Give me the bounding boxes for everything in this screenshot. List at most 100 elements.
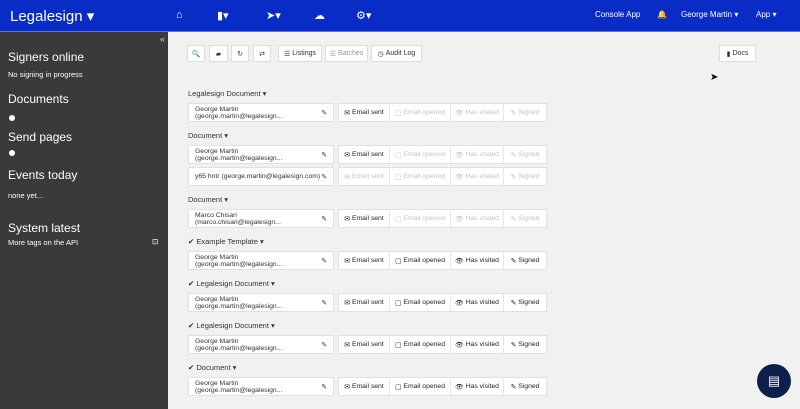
group-title[interactable]: ✔ Example Template ▾	[188, 236, 547, 248]
status-has-visited: 👁 Has visited	[451, 168, 504, 185]
recipient-field[interactable]: Marco Chisari (marco.chisari@legalesign.…	[188, 209, 334, 228]
pencil-icon[interactable]: ✎	[321, 173, 327, 181]
status-email-opened: ▢ Email opened	[390, 294, 451, 311]
file-icon[interactable]: ▮▾	[217, 9, 229, 22]
inbox-icon: ▢	[395, 151, 402, 159]
documents-title: Documents	[8, 92, 69, 106]
status-label: Signed	[518, 151, 540, 158]
chat-icon: ▤	[767, 373, 781, 388]
eye-icon: 👁	[455, 383, 464, 391]
status-label: Has visited	[465, 173, 499, 180]
refresh-button[interactable]: ↻	[231, 45, 249, 62]
audit-log-button[interactable]: ◷ Audit Log	[371, 45, 422, 62]
status-label: Email sent	[351, 257, 384, 264]
pencil-icon[interactable]: ✎	[321, 109, 327, 117]
user-menu[interactable]: George Martin ▾	[681, 10, 738, 19]
envelope-icon: ✉	[344, 215, 350, 223]
status-label: Signed	[518, 173, 540, 180]
status-signed: ✎ Signed	[504, 294, 546, 311]
recipient-field[interactable]: George Martin (george.martin@legalesign.…	[188, 251, 334, 270]
collapse-sidebar-icon[interactable]: «	[160, 34, 165, 44]
inbox-icon: ▢	[395, 383, 402, 391]
batches-button[interactable]: ☰ Batches	[325, 45, 368, 62]
envelope-icon: ✉	[344, 383, 350, 391]
group-title[interactable]: ✔ Legalesign Document ▾	[188, 278, 547, 290]
recipient-row: Marco Chisari (marco.chisari@legalesign.…	[188, 209, 547, 228]
recipient-field[interactable]: George Martin (george.martin@legalesign.…	[188, 293, 334, 312]
chat-button[interactable]: ▤	[757, 364, 791, 398]
document-group: Legalesign Document ▾ George Martin (geor…	[188, 88, 547, 122]
status-label: Signed	[518, 299, 540, 306]
inbox-icon: ▢	[395, 257, 402, 265]
clock-icon: ◷	[377, 50, 384, 58]
status-label: Signed	[518, 383, 540, 390]
recipient-field[interactable]: George Martin (george.martin@legalesign.…	[188, 377, 334, 396]
pencil-icon[interactable]: ✎	[321, 383, 327, 391]
gear-icon[interactable]: ⚙▾	[356, 9, 371, 22]
console-app-link[interactable]: Console App	[595, 10, 640, 19]
bell-icon[interactable]: 🔔	[657, 10, 667, 19]
envelope-icon: ✉	[344, 151, 350, 159]
status-has-visited: 👁 Has visited	[451, 252, 504, 269]
recipient-field[interactable]: George Martin (george.martin@legalesign.…	[188, 335, 334, 354]
pencil-icon[interactable]: ✎	[321, 299, 327, 307]
recipient-field[interactable]: y65 hntr (george.martin@legalesign.com) ✎	[188, 167, 334, 186]
group-title[interactable]: Document ▾	[188, 130, 547, 142]
status-label: Email sent	[351, 341, 384, 348]
batches-label: Batches	[337, 50, 364, 57]
pencil-icon: ✎	[510, 383, 517, 391]
status-label: Has visited	[465, 257, 499, 264]
group-title[interactable]: Legalesign Document ▾	[188, 88, 547, 100]
search-button[interactable]: 🔍	[187, 45, 205, 62]
status-label: Email opened	[403, 257, 445, 264]
status-label: Email sent	[351, 109, 384, 116]
recipient-row: George Martin (george.martin@legalesign.…	[188, 145, 547, 164]
status-group: ✉ Email sent ▢ Email opened 👁 Has visited ✎ Sig…	[338, 335, 547, 354]
eye-icon: 👁	[455, 151, 464, 159]
document-list: Legalesign Document ▾ George Martin (geor…	[188, 88, 547, 404]
cloud-upload-icon[interactable]: ☁	[314, 9, 325, 22]
envelope-icon: ✉	[344, 341, 350, 349]
pencil-icon[interactable]: ✎	[321, 215, 327, 223]
status-label: Email sent	[351, 299, 384, 306]
pencil-icon[interactable]: ✎	[321, 151, 327, 159]
pencil-icon: ✎	[510, 151, 517, 159]
pencil-icon: ✎	[510, 299, 517, 307]
listings-button[interactable]: ☰ Listings	[278, 45, 322, 62]
status-email-opened: ▢ Email opened	[390, 336, 451, 353]
status-label: Signed	[518, 109, 540, 116]
home-icon[interactable]: ⌂	[176, 9, 183, 21]
expand-icon[interactable]: ⊡	[152, 237, 158, 246]
inbox-icon: ▢	[395, 109, 402, 117]
status-email-opened: ▢ Email opened	[390, 210, 451, 227]
eye-icon: 👁	[455, 109, 464, 117]
docs-button[interactable]: ▮ Docs	[719, 45, 756, 62]
recipient-row: George Martin (george.martin@legalesign.…	[188, 377, 547, 396]
inbox-icon: ▢	[395, 215, 402, 223]
status-signed: ✎ Signed	[504, 210, 546, 227]
eye-icon: 👁	[455, 257, 464, 265]
status-label: Has visited	[465, 383, 499, 390]
status-label: Email opened	[403, 173, 445, 180]
group-title[interactable]: Document ▾	[188, 194, 547, 206]
app-menu[interactable]: App ▾	[756, 10, 776, 19]
pencil-icon: ✎	[510, 173, 517, 181]
brand-menu[interactable]: Legalesign ▾	[10, 7, 94, 25]
swap-button[interactable]: ⇄	[253, 45, 271, 62]
pencil-icon[interactable]: ✎	[321, 341, 327, 349]
pencil-icon[interactable]: ✎	[321, 257, 327, 265]
status-signed: ✎ Signed	[504, 252, 546, 269]
group-title[interactable]: ✔ Legalesign Document ▾	[188, 320, 547, 332]
status-label: Has visited	[465, 341, 499, 348]
send-icon[interactable]: ➤▾	[266, 9, 281, 22]
audit-label: Audit Log	[385, 50, 416, 57]
status-signed: ✎ Signed	[504, 168, 546, 185]
eye-icon: 👁	[455, 173, 464, 181]
status-label: Email opened	[403, 383, 445, 390]
recipient-row: George Martin (george.martin@legalesign.…	[188, 293, 547, 312]
recipient-field[interactable]: George Martin (george.martin@legalesign.…	[188, 103, 334, 122]
open-folder-button[interactable]: ▰	[209, 45, 228, 62]
recipient-field[interactable]: George Martin (george.martin@legalesign.…	[188, 145, 334, 164]
group-title[interactable]: ✔ Document ▾	[188, 362, 547, 374]
pencil-icon: ✎	[510, 215, 517, 223]
